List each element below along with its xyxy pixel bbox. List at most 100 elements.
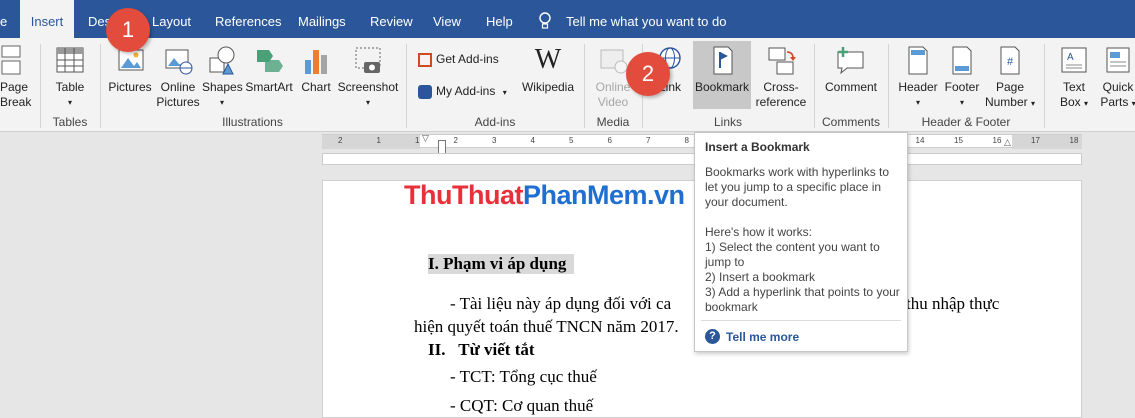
group-label-header-footer: Header & Footer	[921, 115, 1011, 129]
tooltip-how-heading: Here's how it works:	[705, 225, 812, 239]
shapes-button[interactable]: Shapes ▾	[202, 44, 243, 110]
ruler-number: 15	[954, 136, 963, 145]
heading-scope-text: I. Phạm vi áp dụng	[428, 254, 567, 273]
tooltip-description: Bookmarks work with hyperlinks to let yo…	[705, 165, 890, 209]
screenshot-button[interactable]: Screenshot ▾	[336, 44, 400, 110]
tab-view[interactable]: View	[433, 0, 461, 38]
footer-button[interactable]: Footer ▾	[942, 44, 982, 110]
tab-references[interactable]: References	[215, 0, 281, 38]
page-break-label-line1: Page	[0, 80, 29, 94]
left-indent-marker[interactable]	[438, 140, 446, 154]
page-break-label: Page Break	[0, 80, 31, 110]
chevron-down-icon: ▾	[1084, 99, 1089, 108]
online-pictures-label-line2: Pictures	[156, 95, 200, 109]
tab-mailings[interactable]: Mailings	[298, 0, 346, 38]
table-label: Table	[55, 80, 85, 94]
page-break-button[interactable]: Page Break	[0, 44, 31, 109]
wikipedia-icon: W	[534, 44, 562, 75]
text-box-icon: A	[1061, 47, 1087, 73]
tooltip-step-1: 1) Select the content you want to jump t…	[705, 240, 880, 269]
ruler-number: 18	[1069, 136, 1079, 145]
text-box-button[interactable]: A Text Box ▾	[1052, 44, 1096, 111]
shapes-icon	[209, 46, 235, 75]
pictures-label: Pictures	[108, 80, 152, 94]
chevron-down-icon: ▾	[959, 98, 964, 107]
first-line-indent-marker[interactable]: ▽	[422, 133, 429, 144]
separator	[1044, 44, 1045, 128]
heading-abbreviations-number: II.	[428, 340, 446, 359]
chevron-down-icon: ▾	[1031, 99, 1036, 108]
smartart-label: SmartArt	[245, 80, 293, 94]
header-button[interactable]: Header ▾	[894, 44, 942, 110]
heading-scope[interactable]: I. Phạm vi áp dụng	[428, 254, 575, 274]
bookmark-icon	[713, 46, 733, 75]
step-callout-2: 2	[626, 52, 670, 96]
ruler-number: 14	[915, 136, 925, 145]
ruler-number: 1	[376, 136, 381, 145]
ruler-number: 5	[569, 136, 574, 145]
my-addins-label: My Add-ins	[436, 84, 496, 98]
paragraph-line-1-end[interactable]: thu nhập thực	[906, 294, 999, 314]
wikipedia-button[interactable]: W Wikipedia	[518, 44, 578, 95]
comment-label: Comment	[824, 80, 877, 94]
my-addins-icon	[418, 84, 432, 99]
store-icon	[418, 52, 432, 67]
paragraph-line-2[interactable]: hiện quyết toán thuế TNCN năm 2017.	[414, 317, 679, 337]
get-addins-button[interactable]: Get Add-ins	[418, 48, 499, 70]
tab-file[interactable]: e	[0, 0, 14, 38]
cross-reference-button[interactable]: Cross- reference	[752, 44, 810, 110]
quick-parts-label-line2: Parts ▾	[1096, 95, 1135, 111]
ruler-number: 4	[530, 136, 535, 145]
tab-review[interactable]: Review	[370, 0, 413, 38]
brand-part-1: ThuThuat	[404, 180, 523, 210]
group-label-addins: Add-ins	[474, 115, 516, 129]
heading-abbreviations[interactable]: II. Từ viết tắt	[428, 340, 535, 360]
screenshot-icon	[355, 47, 381, 73]
group-label-illustrations: Illustrations	[222, 115, 283, 129]
ruler-number: 2	[453, 136, 458, 145]
paragraph-line-1[interactable]: - Tài liệu này áp dụng đối với ca	[450, 294, 671, 314]
ruler-number: 1	[415, 136, 420, 145]
tab-help[interactable]: Help	[486, 0, 513, 38]
tab-insert[interactable]: Insert	[20, 0, 74, 40]
group-label-links: Links	[713, 115, 742, 129]
chevron-down-icon: ▾	[365, 98, 370, 107]
page-number-label-text: Number	[984, 95, 1028, 109]
my-addins-button[interactable]: My Add-ins ▾	[418, 80, 507, 102]
page-number-icon: #	[1000, 46, 1020, 75]
brand-part-2: PhanMem	[522, 180, 648, 210]
tell-me-search[interactable]: Tell me what you want to do	[566, 0, 726, 38]
text-box-label-line2: Box ▾	[1052, 95, 1096, 111]
ribbon-tab-bar: e Insert Desi Layout References Mailings…	[0, 0, 1135, 40]
online-pictures-icon	[165, 49, 193, 75]
bookmark-label: Bookmark	[694, 80, 750, 94]
online-pictures-label-line1: Online	[160, 80, 196, 94]
online-video-icon	[600, 49, 628, 74]
lightbulb-icon	[539, 12, 551, 29]
page-number-button[interactable]: # Page Number ▾	[982, 44, 1038, 111]
online-video-label-line2: Video	[597, 95, 629, 109]
help-icon: ?	[705, 329, 720, 345]
ruler-number: 2	[338, 136, 343, 145]
smartart-button[interactable]: SmartArt	[242, 44, 296, 95]
ruler-number: 7	[646, 136, 651, 145]
online-pictures-button[interactable]: Online Pictures	[154, 44, 202, 110]
chevron-down-icon: ▾	[67, 98, 72, 107]
wikipedia-label: Wikipedia	[521, 80, 575, 94]
chevron-down-icon: ▾	[219, 98, 224, 107]
comment-button[interactable]: Comment	[820, 44, 882, 95]
comment-icon	[837, 47, 864, 75]
chart-button[interactable]: Chart	[296, 44, 336, 95]
ruler-number: 3	[492, 136, 497, 145]
list-item[interactable]: - CQT: Cơ quan thuế	[450, 396, 593, 416]
tell-me-more-link[interactable]: ? Tell me more	[705, 329, 799, 345]
tab-layout[interactable]: Layout	[152, 0, 191, 38]
list-item[interactable]: - TCT: Tổng cục thuế	[450, 367, 597, 387]
chart-label: Chart	[301, 80, 331, 94]
brand-part-3: .vn	[647, 180, 685, 210]
right-indent-marker[interactable]: △	[1004, 137, 1011, 148]
bookmark-button[interactable]: Bookmark	[693, 41, 751, 109]
quick-parts-button[interactable]: Quick Parts ▾	[1096, 44, 1135, 111]
table-button[interactable]: Table ▾	[48, 44, 92, 110]
watermark-brand: ThuThuatPhanMem.vn	[404, 180, 685, 211]
